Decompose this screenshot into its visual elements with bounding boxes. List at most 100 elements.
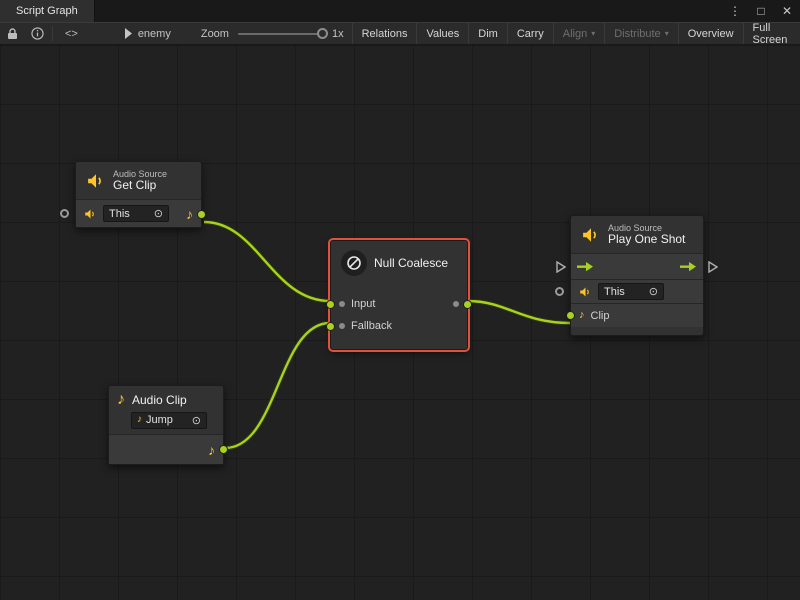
play-one-shot-title: Play One Shot — [608, 233, 685, 247]
overview-label: Overview — [688, 28, 734, 40]
align-button[interactable]: Align ▾ — [553, 23, 604, 44]
relations-button[interactable]: Relations — [352, 23, 417, 44]
get-clip-titles: Audio Source Get Clip — [113, 169, 167, 193]
connection-output-to-clip[interactable] — [468, 301, 570, 323]
carry-button[interactable]: Carry — [507, 23, 553, 44]
node-audio-clip[interactable]: ♪ Audio Clip ♪ Jump ⊙ ♪ — [108, 385, 224, 465]
distribute-dropdown-arrow: ▾ — [665, 29, 669, 38]
clip-input-port[interactable] — [566, 311, 575, 320]
audio-source-icon — [581, 226, 601, 244]
speaker-icon — [84, 208, 97, 220]
node-null-coalesce[interactable]: Null Coalesce Input Fallback — [330, 240, 468, 350]
audio-clip-output-icon: ♪ — [186, 207, 193, 221]
input-label: Input — [351, 298, 375, 310]
zoom-label: Zoom — [201, 28, 229, 40]
tab-title: Script Graph — [16, 5, 78, 17]
play-one-shot-titles: Audio Source Play One Shot — [608, 223, 685, 247]
output-port[interactable] — [463, 300, 472, 309]
input-inner-port[interactable] — [339, 301, 345, 307]
audio-source-icon — [86, 172, 106, 190]
menu-icon[interactable]: ⋮ — [728, 4, 742, 18]
clip-label: Clip — [591, 310, 610, 322]
null-coalesce-header: Null Coalesce — [331, 241, 467, 285]
window-controls: ⋮ □ ✕ — [728, 0, 794, 22]
code-view-icon[interactable]: <> — [55, 23, 88, 44]
get-clip-this-row: This ⊙ ♪ — [76, 199, 201, 227]
audio-clip-output-port[interactable] — [219, 445, 228, 454]
audio-clip-field-row: ♪ Jump ⊙ — [109, 412, 223, 434]
overview-button[interactable]: Overview — [678, 23, 743, 44]
clip-row: ♪ Clip — [571, 303, 703, 327]
get-clip-header: Audio Source Get Clip — [76, 162, 201, 199]
align-dropdown-arrow: ▾ — [591, 29, 595, 38]
play-one-shot-this-value: This — [604, 286, 625, 298]
relations-label: Relations — [362, 28, 408, 40]
graph-name: enemy — [138, 28, 171, 40]
audio-clip-value: Jump — [146, 414, 173, 426]
get-clip-this-value: This — [109, 208, 130, 220]
node-play-one-shot[interactable]: Audio Source Play One Shot — [570, 215, 704, 336]
target-picker-icon[interactable]: ⊙ — [649, 285, 658, 298]
zoom-value: 1x — [332, 28, 344, 40]
zoom-slider[interactable] — [238, 33, 323, 35]
fallback-port-row: Fallback — [331, 315, 467, 337]
null-coalesce-title: Null Coalesce — [374, 256, 448, 270]
get-clip-this-field[interactable]: This ⊙ — [103, 205, 169, 222]
fallback-label: Fallback — [351, 320, 392, 332]
input-output-inner-port[interactable] — [453, 301, 459, 307]
zoom-slider-knob[interactable] — [317, 28, 328, 39]
full-screen-label: Full Screen — [753, 22, 791, 46]
dim-label: Dim — [478, 28, 498, 40]
play-one-shot-header: Audio Source Play One Shot — [571, 216, 703, 253]
connection-getclip-to-input[interactable] — [204, 222, 330, 301]
graph-toolbar: <> enemy Zoom 1x Relations Values Dim Ca… — [0, 22, 800, 45]
script-graph-window: Script Graph ⋮ □ ✕ <> enemy Zoom 1x — [0, 0, 800, 600]
fallback-inner-port[interactable] — [339, 323, 345, 329]
target-picker-icon[interactable]: ⊙ — [192, 414, 201, 427]
graph-canvas[interactable]: Audio Source Get Clip This ⊙ ♪ — [0, 45, 800, 600]
maximize-icon[interactable]: □ — [754, 4, 768, 18]
connection-audioclip-to-fallback[interactable] — [225, 323, 330, 448]
play-one-shot-this-row: This ⊙ — [571, 279, 703, 303]
full-screen-button[interactable]: Full Screen — [743, 23, 800, 44]
null-coalesce-icon — [341, 250, 367, 276]
node-get-clip[interactable]: Audio Source Get Clip This ⊙ ♪ — [75, 161, 202, 228]
target-picker-icon[interactable]: ⊙ — [154, 207, 163, 220]
tab-bar: Script Graph ⋮ □ ✕ — [0, 0, 800, 22]
info-icon[interactable] — [25, 23, 50, 44]
close-icon[interactable]: ✕ — [780, 4, 794, 18]
audio-clip-output-row: ♪ — [109, 434, 223, 464]
align-label: Align — [563, 28, 587, 40]
flow-in-port[interactable] — [556, 261, 566, 273]
flow-row — [571, 253, 703, 279]
tab-script-graph[interactable]: Script Graph — [0, 0, 95, 22]
audio-clip-header: ♪ Audio Clip — [109, 386, 223, 412]
toolbar-separator — [52, 26, 53, 41]
audio-clip-title: Audio Clip — [132, 393, 187, 407]
field-note-icon: ♪ — [137, 415, 142, 425]
toolbar-right-buttons: Relations Values Dim Carry Align ▾ Distr… — [352, 23, 800, 44]
input-port[interactable] — [326, 300, 335, 309]
flow-out-port[interactable] — [708, 261, 718, 273]
carry-label: Carry — [517, 28, 544, 40]
audio-clip-value-field[interactable]: ♪ Jump ⊙ — [131, 412, 207, 429]
zoom-group: Zoom 1x — [193, 23, 352, 44]
graph-name-group[interactable]: enemy — [116, 23, 179, 44]
lock-icon[interactable] — [0, 23, 25, 44]
dim-button[interactable]: Dim — [468, 23, 507, 44]
graph-cursor-icon — [124, 28, 133, 39]
distribute-label: Distribute — [614, 28, 660, 40]
clip-note-icon: ♪ — [579, 310, 585, 321]
input-port-row: Input — [331, 293, 467, 315]
audio-clip-output-icon: ♪ — [208, 443, 215, 457]
distribute-button[interactable]: Distribute ▾ — [604, 23, 677, 44]
code-icon-glyph: <> — [65, 28, 78, 40]
audio-clip-icon: ♪ — [117, 392, 125, 408]
speaker-icon — [579, 286, 592, 298]
flow-in-arrow-icon — [577, 260, 594, 273]
get-clip-title: Get Clip — [113, 179, 167, 193]
play-one-shot-this-field[interactable]: This ⊙ — [598, 283, 664, 300]
values-label: Values — [426, 28, 459, 40]
values-button[interactable]: Values — [416, 23, 468, 44]
fallback-port[interactable] — [326, 322, 335, 331]
